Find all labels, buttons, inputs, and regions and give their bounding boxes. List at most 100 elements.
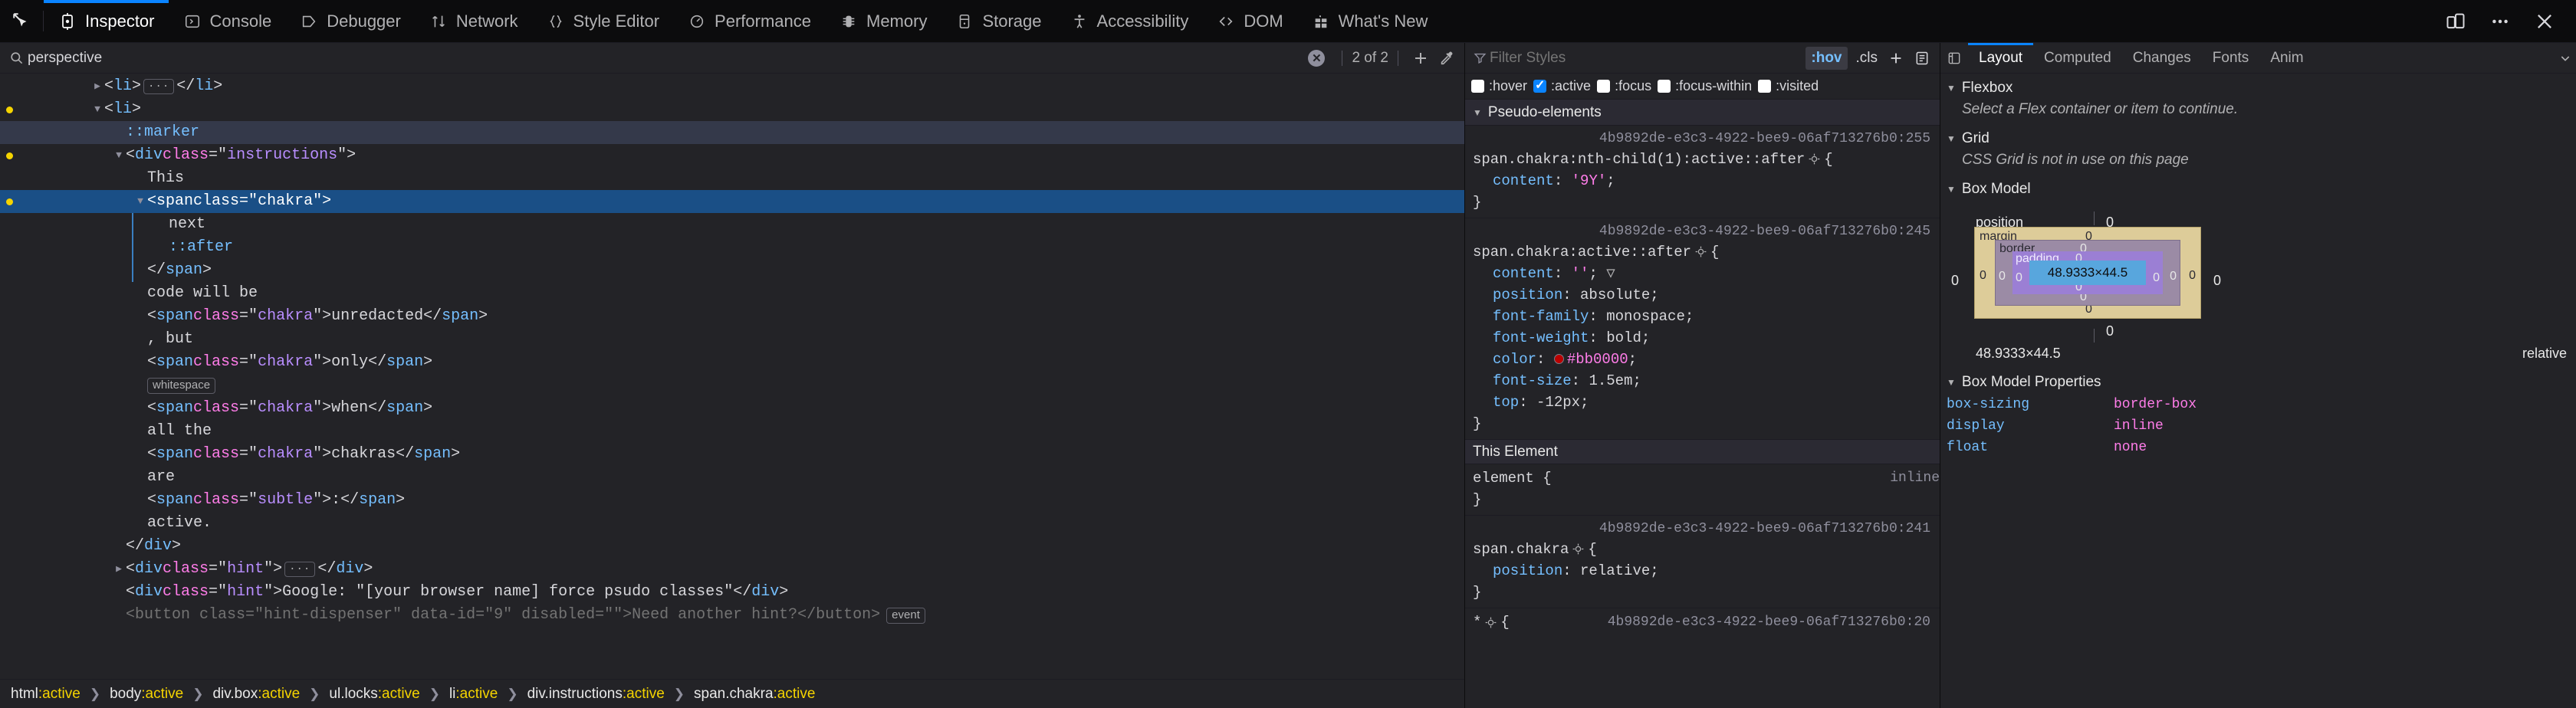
trailing-rule-selector[interactable]: *: [1473, 611, 1481, 633]
markup-row[interactable]: </div >: [0, 535, 1464, 558]
breadcrumb-item[interactable]: span.chakra:active: [694, 686, 815, 703]
markup-row[interactable]: active.: [0, 512, 1464, 535]
tab-dom[interactable]: DOM: [1202, 0, 1296, 42]
pseudo-class-toggle-button[interactable]: :hov: [1806, 46, 1848, 70]
tab-layout[interactable]: Layout: [1968, 43, 2034, 73]
tab-animations[interactable]: Anim: [2259, 43, 2314, 73]
markup-row[interactable]: ▼ < span class =" chakra ">: [0, 190, 1464, 213]
css-declaration[interactable]: font-weight: bold;: [1465, 327, 1940, 349]
tab-style-editor[interactable]: Style Editor: [532, 0, 674, 42]
css-declaration[interactable]: position: relative;: [1465, 560, 1940, 582]
grid-section-header[interactable]: ▼ Grid: [1940, 124, 2576, 150]
eyedropper-icon[interactable]: [1434, 47, 1460, 70]
markup-tree[interactable]: ▶ < li > ··· </li > ▼ < li >::marker ▼ < div class =" i…: [0, 74, 1464, 679]
box-model-content-box[interactable]: 48.9333×44.5: [2029, 261, 2146, 285]
tab-storage[interactable]: Storage: [941, 0, 1055, 42]
markup-row[interactable]: all the: [0, 420, 1464, 443]
twisty-collapsed-icon[interactable]: ▶: [92, 75, 103, 98]
class-panel-toggle-button[interactable]: .cls: [1851, 47, 1884, 70]
markup-row[interactable]: ▶ < li > ··· </li >: [0, 75, 1464, 98]
css-property-value[interactable]: absolute: [1580, 287, 1650, 303]
box-model-properties-header[interactable]: ▼ Box Model Properties: [1940, 368, 2576, 394]
rule-selector[interactable]: span.chakra:active::after: [1473, 244, 1691, 261]
css-property-name[interactable]: content: [1493, 265, 1554, 282]
tab-fonts[interactable]: Fonts: [2202, 43, 2260, 73]
rules-section-header[interactable]: ▼ Pseudo-elements: [1465, 100, 1940, 126]
tab-network[interactable]: Network: [415, 0, 532, 42]
markup-row[interactable]: </span >: [0, 259, 1464, 282]
add-new-rule-button[interactable]: [1883, 47, 1909, 70]
tab-performance[interactable]: Performance: [673, 0, 825, 42]
print-styles-icon[interactable]: [1909, 47, 1935, 70]
declaration-warning-icon[interactable]: ▽: [1598, 265, 1615, 282]
markup-row[interactable]: ▶ < div class =" hint "> ··· </div >: [0, 558, 1464, 581]
search-clear-button[interactable]: ✕: [1308, 49, 1326, 67]
css-property-value[interactable]: '': [1572, 265, 1589, 282]
rule-selector[interactable]: span.chakra:nth-child(1):active::after: [1473, 151, 1805, 168]
node-picker-icon[interactable]: [0, 0, 43, 42]
event-badge[interactable]: event: [886, 607, 925, 624]
tab-accessibility[interactable]: Accessibility: [1056, 0, 1203, 42]
pseudo-class-checkbox-active[interactable]: :active: [1533, 77, 1591, 94]
markup-row[interactable]: < span class =" chakra "> unredacted </span >: [0, 305, 1464, 328]
markup-row[interactable]: < div class =" hint "> Google: "[your browser…: [0, 581, 1464, 604]
css-property-name[interactable]: position: [1493, 287, 1562, 303]
css-property-name[interactable]: position: [1493, 562, 1562, 579]
twisty-expanded-icon[interactable]: ▼: [113, 144, 124, 167]
settings-icon[interactable]: [1940, 43, 1968, 73]
close-icon[interactable]: [2524, 1, 2565, 42]
css-property-value[interactable]: bold: [1606, 329, 1641, 346]
select-element-icon[interactable]: [1695, 246, 1707, 257]
css-declaration[interactable]: top: -12px;: [1465, 392, 1940, 413]
pseudo-class-checkbox-focus-within[interactable]: :focus-within: [1658, 78, 1752, 94]
trailing-rule-source-link[interactable]: 4b9892de-e3c3-4922-bee9-06af713276b0:20: [1608, 611, 1940, 633]
tab-memory[interactable]: Memory: [825, 0, 941, 42]
chevron-down-icon[interactable]: [2559, 43, 2576, 73]
tab-whats-new[interactable]: What's New: [1297, 0, 1442, 42]
markup-row[interactable]: are: [0, 466, 1464, 489]
search-input[interactable]: [28, 49, 1309, 67]
checkbox-icon[interactable]: [1597, 80, 1611, 93]
inline-element-selector[interactable]: element {: [1473, 467, 1552, 489]
padding-right-value[interactable]: 0: [2153, 271, 2160, 285]
breadcrumb-item[interactable]: body:active: [110, 686, 183, 703]
twisty-expanded-icon[interactable]: ▼: [135, 190, 146, 213]
breadcrumb-item[interactable]: div.instructions:active: [527, 686, 665, 703]
box-model-section-header[interactable]: ▼ Box Model: [1940, 175, 2576, 201]
markup-row[interactable]: < span class =" chakra "> chakras </span >: [0, 443, 1464, 466]
border-right-value[interactable]: 0: [2170, 270, 2177, 284]
rule-source-link[interactable]: 4b9892de-e3c3-4922-bee9-06af713276b0:241: [1465, 519, 1940, 539]
markup-row[interactable]: ::after: [0, 236, 1464, 259]
checkbox-icon[interactable]: [1471, 80, 1484, 93]
css-property-value[interactable]: #bb0000: [1567, 351, 1628, 368]
twisty-expanded-icon[interactable]: ▼: [92, 98, 103, 121]
css-property-name[interactable]: font-family: [1493, 308, 1589, 325]
markup-row[interactable]: ▼ < li >: [0, 98, 1464, 121]
tab-computed[interactable]: Computed: [2033, 43, 2122, 73]
margin-left-value[interactable]: 0: [1980, 269, 1986, 283]
breadcrumb-item[interactable]: html:active: [11, 686, 80, 703]
rule-source-link[interactable]: 4b9892de-e3c3-4922-bee9-06af713276b0:245: [1465, 221, 1940, 241]
this-element-header[interactable]: This Element: [1465, 440, 1940, 464]
color-swatch[interactable]: [1553, 354, 1564, 365]
css-property-name[interactable]: color: [1493, 351, 1536, 368]
add-node-button[interactable]: [1408, 47, 1434, 70]
breadcrumb[interactable]: html:active ❯ body:active ❯ div.box:active ❯ u…: [0, 679, 1464, 708]
tab-changes[interactable]: Changes: [2122, 43, 2202, 73]
meatball-menu-icon[interactable]: [2479, 1, 2521, 42]
css-declaration[interactable]: font-size: 1.5em;: [1465, 370, 1940, 392]
css-property-value[interactable]: 1.5em: [1589, 372, 1632, 389]
markup-row[interactable]: This: [0, 167, 1464, 190]
tab-inspector[interactable]: Inspector: [44, 0, 169, 42]
select-element-icon[interactable]: [1485, 617, 1497, 628]
filter-styles-input[interactable]: [1490, 49, 1806, 67]
rule-selector[interactable]: span.chakra: [1473, 541, 1569, 558]
css-property-value[interactable]: relative: [1580, 562, 1650, 579]
css-property-name[interactable]: font-size: [1493, 372, 1572, 389]
markup-row[interactable]: < span class =" subtle ">: </span >: [0, 489, 1464, 512]
checkbox-icon[interactable]: [1533, 77, 1547, 93]
checkbox-icon[interactable]: [1758, 80, 1772, 93]
pseudo-class-checkbox-hover[interactable]: :hover: [1471, 78, 1527, 94]
css-property-value[interactable]: -12px: [1536, 394, 1580, 411]
checkbox-icon[interactable]: [1658, 80, 1671, 93]
